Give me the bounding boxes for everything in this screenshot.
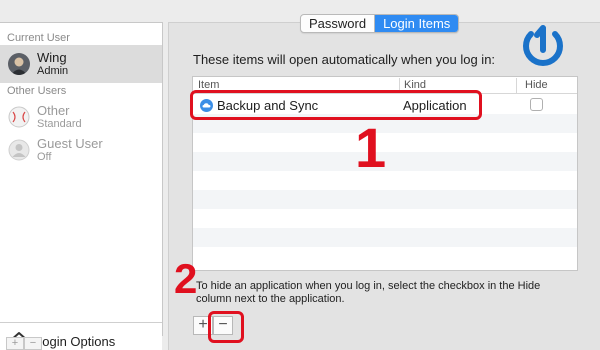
highlight-backup-row [190, 90, 482, 120]
user-role: Standard [37, 118, 82, 130]
hide-instructions: To hide an application when you log in, … [196, 280, 541, 305]
table-row [193, 209, 577, 228]
table-row [193, 228, 577, 247]
user-item-guest[interactable]: Guest User Off [0, 131, 162, 169]
other-users-header: Other Users [7, 85, 67, 97]
tab-password[interactable]: Password [301, 15, 374, 32]
login-items-description: These items will open automatically when… [193, 52, 496, 67]
column-header-hide[interactable]: Hide [525, 79, 548, 91]
tab-login-items[interactable]: Login Items [374, 15, 459, 32]
tab-bar: Password Login Items [300, 14, 460, 33]
user-role: Admin [37, 65, 69, 77]
user-avatar [8, 53, 30, 75]
add-user-button[interactable]: + [6, 337, 24, 350]
hide-checkbox[interactable] [530, 98, 543, 111]
user-avatar [8, 106, 30, 128]
current-user-header: Current User [7, 32, 70, 44]
user-name: Wing [37, 50, 67, 65]
annotation-step-2: 2 [174, 255, 198, 302]
table-row [193, 247, 577, 266]
users-sidebar: Current User Wing Admin Other Users Othe… [0, 22, 163, 350]
user-name: Other [37, 103, 70, 118]
power-icon [523, 25, 563, 67]
table-row [193, 190, 577, 209]
highlight-remove-button [208, 311, 244, 343]
remove-user-button[interactable]: − [24, 337, 42, 350]
guest-avatar-icon [8, 139, 30, 161]
user-role: Off [37, 151, 52, 163]
annotation-step-1: 1 [355, 116, 387, 179]
user-item-wing[interactable]: Wing Admin [0, 45, 162, 83]
column-divider [516, 78, 517, 93]
sidebar-button-bar: + − [0, 337, 163, 350]
user-name: Guest User [37, 136, 103, 151]
